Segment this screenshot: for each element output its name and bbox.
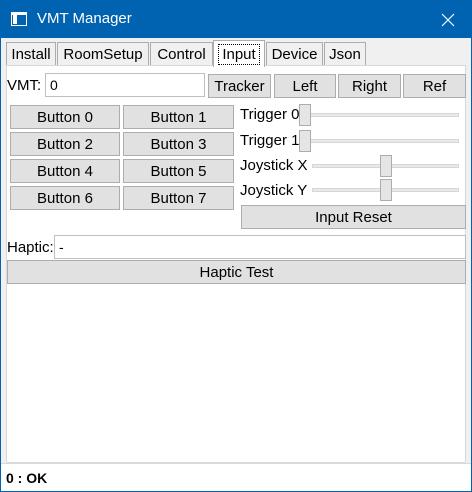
trigger-0-slider[interactable] bbox=[299, 104, 459, 126]
slider-thumb[interactable] bbox=[380, 179, 392, 201]
haptic-input[interactable] bbox=[54, 235, 466, 259]
button-2[interactable]: Button 2 bbox=[10, 132, 120, 156]
slider-thumb[interactable] bbox=[299, 104, 311, 126]
title-bar[interactable]: VMT Manager bbox=[1, 1, 471, 38]
slider-track bbox=[299, 113, 459, 117]
slider-thumb[interactable] bbox=[299, 130, 311, 152]
tab-label: Input bbox=[218, 43, 260, 65]
ref-button[interactable]: Ref bbox=[403, 74, 466, 98]
tab-label: RoomSetup bbox=[63, 46, 143, 63]
button-5[interactable]: Button 5 bbox=[123, 159, 234, 183]
tab-control[interactable]: Control bbox=[150, 42, 213, 66]
slider-thumb[interactable] bbox=[380, 155, 392, 177]
joystick-y-label: Joystick Y bbox=[240, 182, 308, 199]
tab-label: Json bbox=[329, 46, 361, 63]
trigger-1-label: Trigger 1 bbox=[240, 132, 300, 149]
input-reset-button[interactable]: Input Reset bbox=[241, 205, 466, 229]
button-0[interactable]: Button 0 bbox=[10, 105, 120, 129]
tracker-button[interactable]: Tracker bbox=[208, 74, 271, 98]
trigger-1-slider[interactable] bbox=[299, 130, 459, 152]
joystick-x-slider[interactable] bbox=[312, 155, 459, 177]
button-6[interactable]: Button 6 bbox=[10, 186, 120, 210]
button-4[interactable]: Button 4 bbox=[10, 159, 120, 183]
tab-json[interactable]: Json bbox=[324, 42, 366, 66]
window-title: VMT Manager bbox=[37, 10, 132, 27]
status-text: 0 : OK bbox=[6, 470, 48, 486]
vmt-index-input[interactable] bbox=[45, 73, 205, 97]
trigger-0-label: Trigger 0 bbox=[240, 106, 300, 123]
close-icon bbox=[441, 13, 455, 26]
haptic-label: Haptic: bbox=[7, 239, 54, 256]
tab-roomsetup[interactable]: RoomSetup bbox=[57, 42, 149, 66]
tab-strip: Install RoomSetup Control Input Device J… bbox=[6, 40, 466, 67]
app-window-icon bbox=[11, 12, 27, 26]
joystick-y-slider[interactable] bbox=[312, 179, 459, 201]
button-3[interactable]: Button 3 bbox=[123, 132, 234, 156]
app-window: VMT Manager Install RoomSetup Control In… bbox=[0, 0, 472, 492]
haptic-test-button[interactable]: Haptic Test bbox=[7, 260, 466, 284]
tab-label: Control bbox=[157, 46, 206, 63]
right-button[interactable]: Right bbox=[338, 74, 401, 98]
vmt-label: VMT: bbox=[7, 77, 42, 94]
button-7[interactable]: Button 7 bbox=[123, 186, 234, 210]
left-button[interactable]: Left bbox=[274, 74, 336, 98]
tab-device[interactable]: Device bbox=[266, 42, 323, 66]
close-button[interactable] bbox=[425, 1, 471, 38]
status-bar: 0 : OK bbox=[1, 463, 471, 491]
joystick-x-label: Joystick X bbox=[240, 157, 308, 174]
input-tab-panel: VMT: Tracker Left Right Ref Button 0 But… bbox=[6, 65, 466, 463]
button-1[interactable]: Button 1 bbox=[123, 105, 234, 129]
tab-label: Install bbox=[11, 46, 51, 63]
tab-install[interactable]: Install bbox=[6, 42, 56, 66]
tab-input[interactable]: Input bbox=[213, 40, 265, 67]
tab-label: Device bbox=[271, 46, 318, 63]
slider-track bbox=[299, 139, 459, 143]
